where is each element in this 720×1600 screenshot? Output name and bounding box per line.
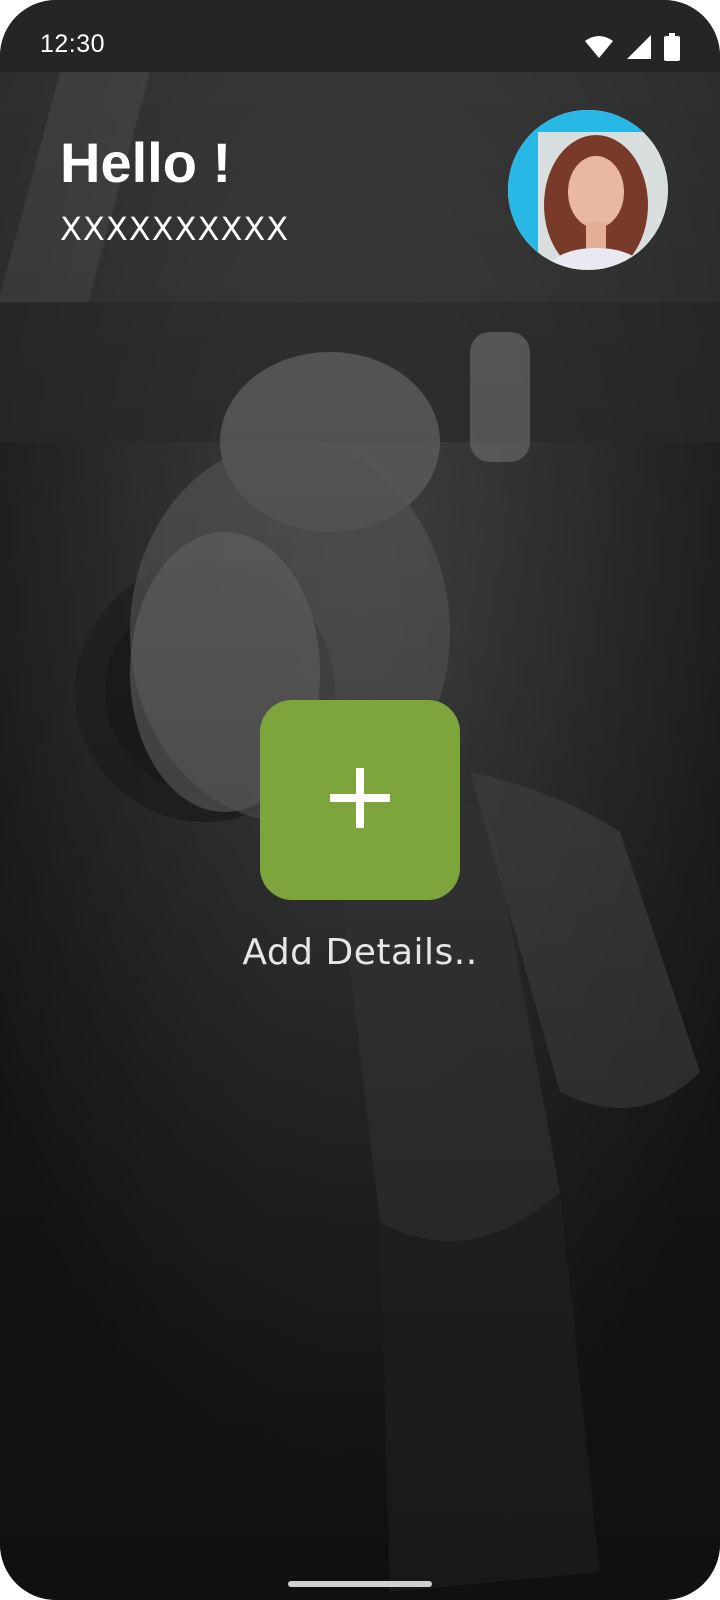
signal-icon xyxy=(626,34,652,60)
greeting-title: Hello ! xyxy=(60,131,232,194)
status-bar: 12:30 xyxy=(0,0,720,72)
home-indicator[interactable] xyxy=(288,1581,432,1587)
phone-screen: 12:30 Hello ! XXXXXXXXXX Add Details.. xyxy=(0,0,720,1600)
plus-icon xyxy=(328,766,392,835)
status-time: 12:30 xyxy=(40,30,106,58)
wifi-icon xyxy=(584,35,614,59)
add-details-label: Add Details.. xyxy=(242,932,478,973)
status-icons xyxy=(584,33,680,61)
battery-icon xyxy=(664,33,680,61)
profile-avatar[interactable] xyxy=(508,110,668,270)
add-details-button[interactable] xyxy=(260,700,460,900)
user-name: XXXXXXXXXX xyxy=(60,210,290,248)
